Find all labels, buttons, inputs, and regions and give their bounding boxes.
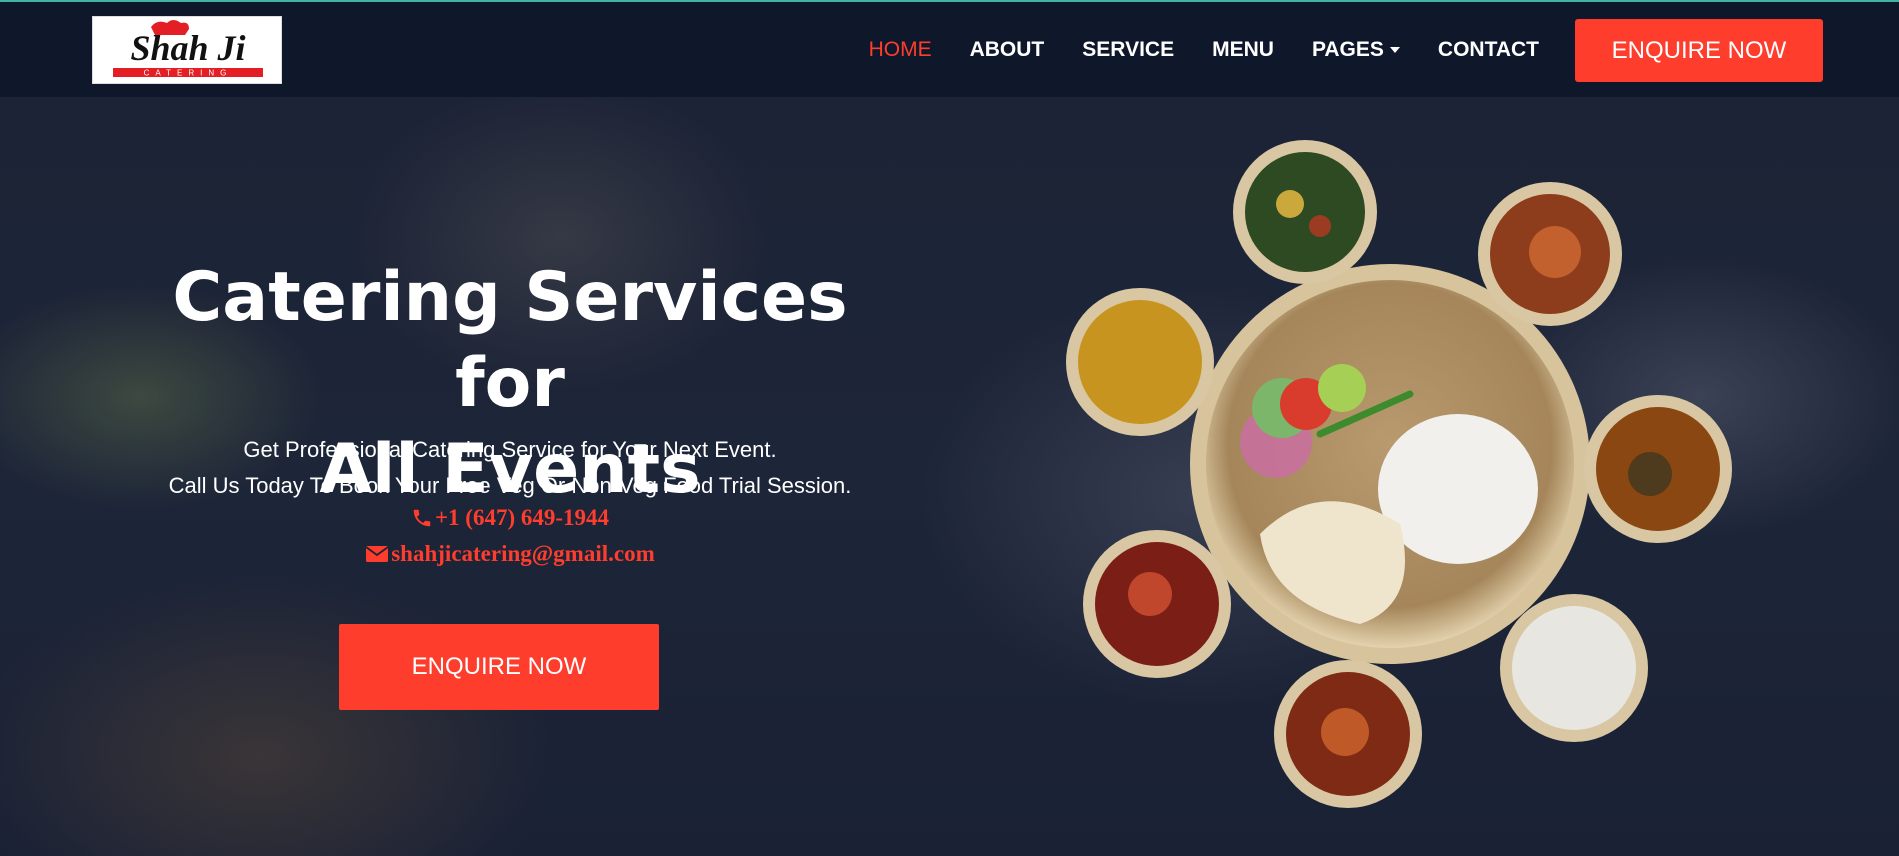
phone-icon bbox=[413, 509, 431, 527]
logo-subtext: CATERING bbox=[144, 69, 233, 78]
nav-item-pages[interactable]: PAGES bbox=[1312, 38, 1400, 62]
bowl-chicken-curry bbox=[1478, 182, 1622, 326]
email-link[interactable]: shahjicatering@gmail.com bbox=[110, 541, 910, 567]
nav-menu: HOME ABOUT SERVICE MENU PAGES CONTACT bbox=[869, 2, 1539, 97]
email-address: shahjicatering@gmail.com bbox=[391, 541, 655, 566]
envelope-icon bbox=[365, 546, 389, 562]
enquire-now-hero-button[interactable]: ENQUIRE NOW bbox=[339, 624, 659, 710]
nav-item-label: SERVICE bbox=[1082, 37, 1175, 61]
bowl-dal bbox=[1066, 288, 1214, 436]
nav-item-contact[interactable]: CONTACT bbox=[1438, 38, 1539, 62]
nav-item-home[interactable]: HOME bbox=[869, 38, 932, 62]
phone-link[interactable]: +1 (647) 649-1944 bbox=[110, 505, 910, 531]
phone-number: +1 (647) 649-1944 bbox=[434, 505, 610, 530]
logo-image: Shah Ji CATERING bbox=[93, 17, 281, 83]
bowl-sabzi bbox=[1584, 395, 1732, 543]
nav-item-label: HOME bbox=[868, 37, 932, 61]
nav-item-service[interactable]: SERVICE bbox=[1082, 38, 1174, 62]
hero-section: Catering Services for All Events Get Pro… bbox=[0, 97, 1899, 856]
logo-text: Shah Ji bbox=[130, 28, 245, 68]
bowl-achar bbox=[1083, 530, 1231, 678]
hero-title-line1: Catering Services for bbox=[172, 258, 848, 423]
bowl-greens bbox=[1233, 140, 1377, 284]
nav-item-about[interactable]: ABOUT bbox=[970, 38, 1045, 62]
navbar: Shah Ji CATERING HOME ABOUT SERVICE MENU… bbox=[0, 2, 1899, 97]
hero-subtitle-line1: Get Professional Catering Service for Yo… bbox=[243, 437, 777, 462]
hero-subtitle: Get Professional Catering Service for Yo… bbox=[110, 432, 910, 504]
brand-logo[interactable]: Shah Ji CATERING bbox=[92, 16, 282, 84]
bowl-paneer-masala bbox=[1274, 660, 1422, 808]
nav-item-label: MENU bbox=[1212, 37, 1274, 61]
caret-down-icon bbox=[1389, 46, 1400, 53]
nav-item-label: CONTACT bbox=[1437, 37, 1539, 61]
bowl-raita bbox=[1500, 594, 1648, 742]
nav-item-label: ABOUT bbox=[969, 37, 1045, 61]
nav-item-label: PAGES bbox=[1311, 37, 1384, 61]
enquire-now-nav-button[interactable]: ENQUIRE NOW bbox=[1575, 19, 1823, 82]
thali-food-image bbox=[1066, 140, 1732, 808]
nav-item-menu[interactable]: MENU bbox=[1212, 38, 1274, 62]
hero-subtitle-line2: Call Us Today To Book Your Free Veg Or N… bbox=[168, 473, 852, 498]
